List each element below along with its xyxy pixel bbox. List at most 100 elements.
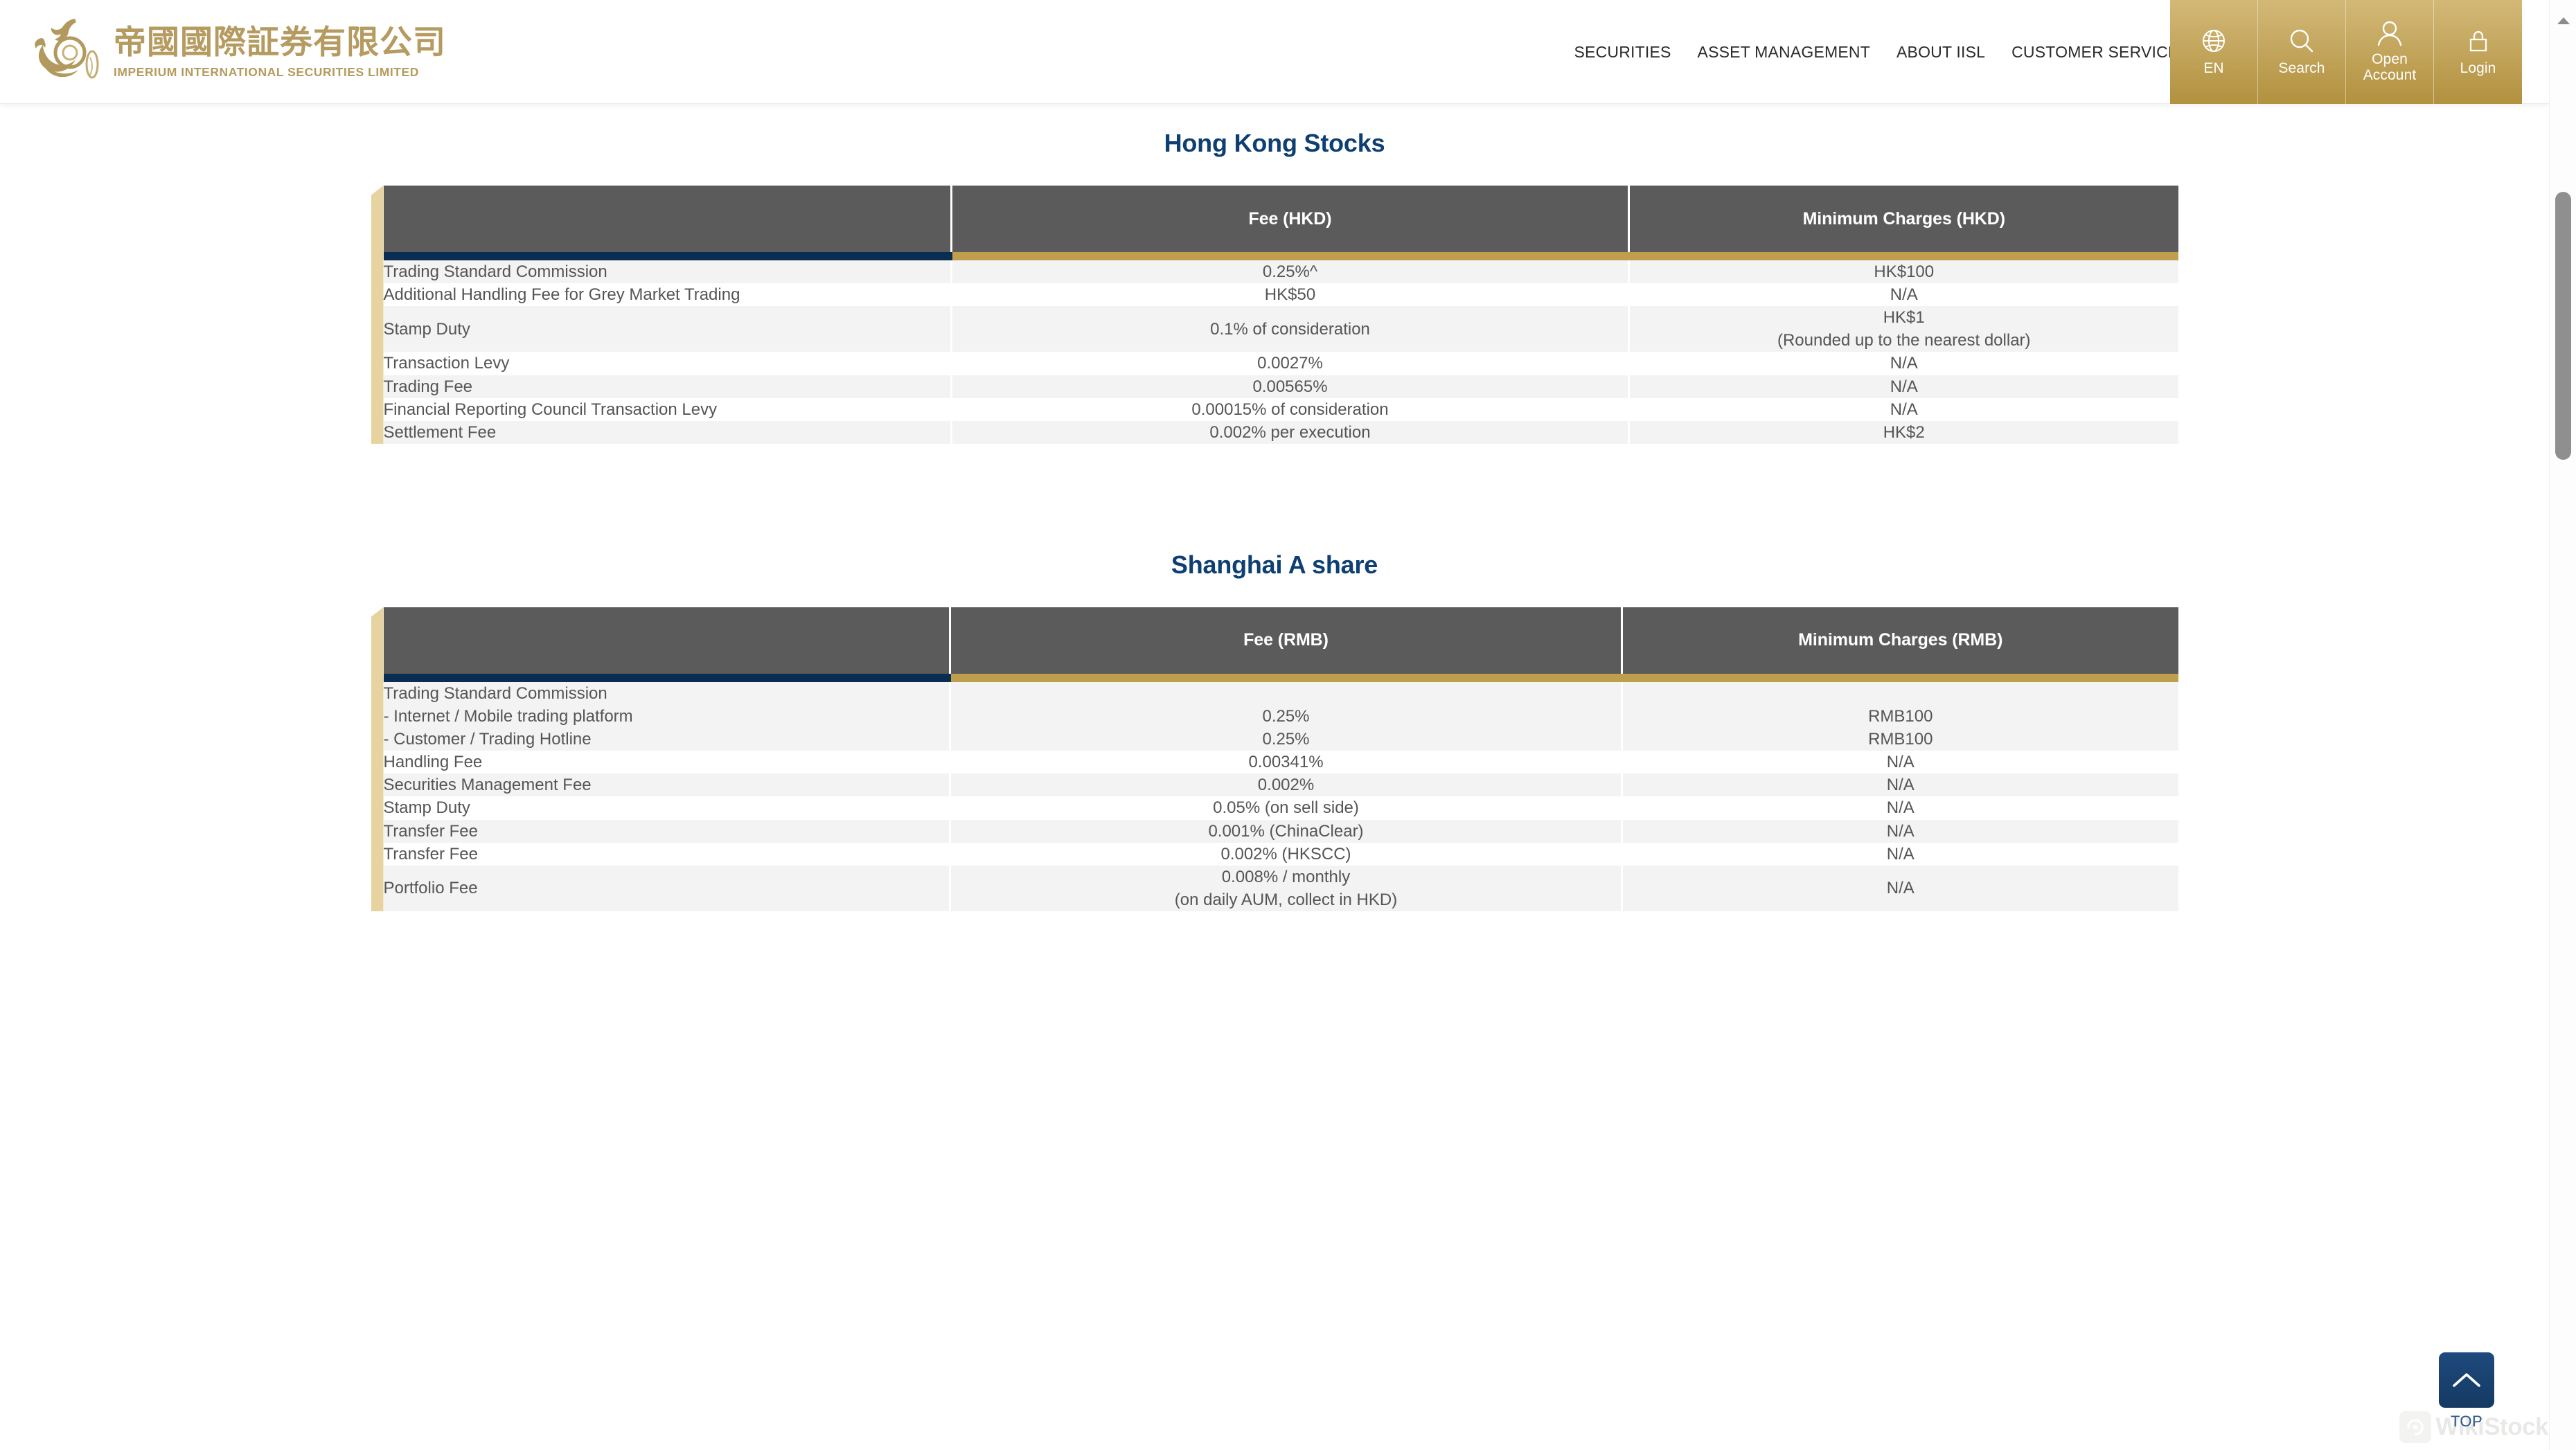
cell-line: HK$2	[1883, 422, 1925, 442]
table-row: Settlement Fee 0.002% per execution HK$2	[383, 420, 2178, 444]
table-row: Handling Fee 0.00341% N/A	[383, 751, 2178, 774]
row-fee: 0.00565%	[951, 375, 1630, 398]
cell-line: N/A	[1886, 776, 1915, 795]
cell-line: 0.002%	[1257, 776, 1315, 795]
row-minimum: N/A	[1622, 865, 2178, 911]
table-row: Portfolio Fee 0.008% / monthly (on daily …	[383, 865, 2178, 911]
row-fee: HK$50	[951, 283, 1630, 307]
cell-line: N/A	[1886, 798, 1915, 818]
login-button[interactable]: Login	[2434, 0, 2522, 104]
column-header-minimum-charges: Minimum Charges (RMB)	[1622, 607, 2178, 682]
nav-item-securities[interactable]: SECURITIES	[1561, 43, 1685, 62]
cell-line: 0.002% (HKSCC)	[1220, 844, 1351, 863]
row-label: Trading Fee	[383, 375, 952, 398]
nav-item-asset-management[interactable]: ASSET MANAGEMENT	[1685, 43, 1883, 62]
cell-line: 0.00341%	[1248, 753, 1324, 772]
dragon-emblem-icon	[35, 19, 99, 79]
cell-line: N/A	[1890, 354, 1918, 373]
browser-scrollbar[interactable]	[2549, 0, 2576, 1450]
logo-english-name: IMPERIUM INTERNATIONAL SECURITIES LIMITE…	[114, 64, 419, 79]
row-minimum: N/A	[1622, 842, 2178, 866]
open-account-label: Open Account	[2363, 51, 2417, 83]
row-label: Transfer Fee	[383, 842, 951, 866]
row-minimum: N/A	[1628, 352, 2178, 375]
fee-table-wrapper-shanghai: Fee (RMB) Minimum Charges (RMB) Trading …	[371, 607, 2178, 911]
row-minimum: N/A	[1628, 397, 2178, 421]
cell-line: N/A	[1886, 821, 1915, 841]
row-minimum: HK$100	[1628, 256, 2178, 284]
scroll-to-top-button[interactable]: TOP	[2432, 1352, 2501, 1431]
row-fee: 0.002% (HKSCC)	[950, 842, 1623, 866]
cell-line: (Rounded up to the nearest dollar)	[1777, 331, 2031, 350]
page-root: 帝國國際証券有限公司 IMPERIUM INTERNATIONAL SECURI…	[0, 0, 2576, 1450]
row-fee: 0.008% / monthly (on daily AUM, collect i…	[950, 865, 1623, 911]
cell-line: Settlement Fee	[383, 422, 497, 442]
logo-chinese-name: 帝國國際証券有限公司	[114, 24, 446, 62]
row-minimum: RMB100 RMB100	[1622, 677, 2178, 751]
site-logo[interactable]: 帝國國際証券有限公司 IMPERIUM INTERNATIONAL SECURI…	[26, 10, 446, 94]
open-account-label-line2: Account	[2363, 66, 2417, 83]
cell-line: 0.05% (on sell side)	[1213, 798, 1359, 818]
cell-line: Trading Standard Commission	[383, 683, 607, 703]
fee-table-hong-kong-stocks: Fee (HKD) Minimum Charges (HKD) Trading …	[383, 186, 2178, 444]
section-title-shanghai-a-share: Shanghai A share	[1171, 550, 1378, 579]
cell-line: 0.002% per execution	[1209, 422, 1371, 442]
cell-line: HK$1	[1883, 308, 1925, 328]
cell-line: Handling Fee	[383, 753, 483, 772]
table-row: Transfer Fee 0.001% (ChinaClear) N/A	[383, 819, 2178, 843]
language-switch-button[interactable]: EN	[2170, 0, 2258, 104]
search-button[interactable]: Search	[2258, 0, 2346, 104]
row-fee: 0.1% of consideration	[951, 306, 1630, 352]
row-fee: 0.00341%	[950, 751, 1623, 774]
cell-line: Securities Management Fee	[383, 776, 592, 795]
cell-line: RMB100	[1868, 706, 1933, 726]
logo-text-block: 帝國國際証券有限公司 IMPERIUM INTERNATIONAL SECURI…	[114, 24, 446, 80]
cell-line: Additional Handling Fee for Grey Market …	[383, 285, 740, 305]
table-row: Stamp Duty 0.1% of consideration HK$1 (Ro…	[383, 306, 2178, 352]
scroll-to-top-box	[2439, 1352, 2494, 1408]
cell-line: N/A	[1886, 753, 1915, 772]
row-minimum: N/A	[1628, 375, 2178, 398]
cell-line: Transaction Levy	[383, 354, 510, 373]
table-row: Transfer Fee 0.002% (HKSCC) N/A	[383, 842, 2178, 866]
row-minimum: HK$1 (Rounded up to the nearest dollar)	[1628, 306, 2178, 352]
cell-line: RMB100	[1868, 730, 1933, 749]
chevron-up-icon	[2453, 1373, 2480, 1387]
row-label: Handling Fee	[383, 751, 951, 774]
table-body: Trading Standard Commission 0.25%^ HK$10…	[383, 256, 2178, 444]
row-label: Trading Standard Commission - Internet /…	[383, 677, 951, 751]
scrollbar-up-arrow-icon[interactable]	[2550, 7, 2576, 34]
globe-icon	[2203, 30, 2225, 53]
cell-line: 0.25%	[1262, 706, 1310, 726]
nav-item-about-iisl[interactable]: ABOUT IISL	[1883, 43, 1998, 62]
column-header-item	[383, 607, 951, 682]
table-row: Trading Standard Commission - Internet /…	[383, 677, 2178, 751]
row-label: Securities Management Fee	[383, 773, 951, 797]
cell-line: 0.00565%	[1252, 377, 1328, 396]
table-row: Trading Standard Commission 0.25%^ HK$10…	[383, 256, 2178, 284]
cell-line: 0.001% (ChinaClear)	[1208, 821, 1364, 841]
table-row: Securities Management Fee 0.002% N/A	[383, 773, 2178, 797]
cell-line: - Customer / Trading Hotline	[383, 730, 592, 749]
row-label: Stamp Duty	[383, 306, 952, 352]
column-header-fee: Fee (HKD)	[951, 186, 1630, 260]
row-minimum: N/A	[1622, 819, 2178, 843]
wikistock-logo-icon	[2399, 1411, 2431, 1443]
row-label: Trading Standard Commission	[383, 256, 952, 284]
cell-line: N/A	[1890, 285, 1918, 305]
cell-line: - Internet / Mobile trading platform	[383, 706, 633, 726]
cell-line: 0.25%	[1262, 730, 1310, 749]
cell-line: N/A	[1886, 844, 1915, 863]
row-label: Transaction Levy	[383, 352, 952, 375]
cell-line: N/A	[1886, 879, 1915, 898]
column-header-item	[383, 186, 952, 260]
row-fee: 0.002%	[950, 773, 1623, 797]
cell-line: Stamp Duty	[383, 319, 470, 339]
table-row: Financial Reporting Council Transaction …	[383, 397, 2178, 421]
row-fee: 0.25% 0.25%	[950, 677, 1623, 751]
row-fee: 0.0027%	[951, 352, 1630, 375]
open-account-button[interactable]: Open Account	[2346, 0, 2434, 104]
row-minimum: N/A	[1622, 751, 2178, 774]
main-navigation: SECURITIES ASSET MANAGEMENT ABOUT IISL C…	[1561, 0, 2203, 104]
scrollbar-thumb[interactable]	[2555, 192, 2571, 460]
